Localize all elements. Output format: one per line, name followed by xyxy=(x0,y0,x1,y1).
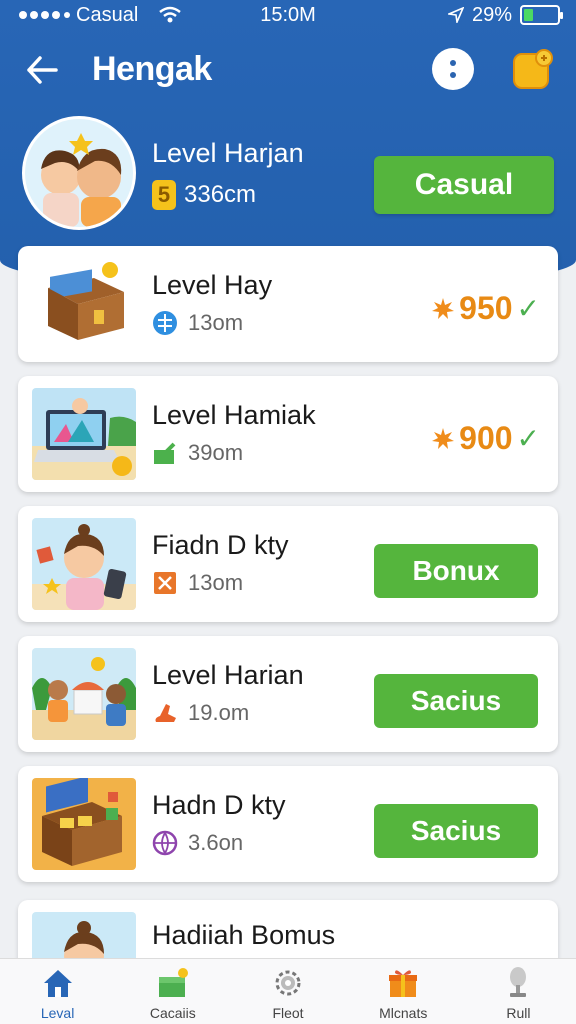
level-title: Level Hay xyxy=(152,270,273,300)
nav-item-mlcnats[interactable]: Mlcnats xyxy=(346,959,461,1024)
kids-playing-thumbnail xyxy=(32,648,136,740)
nav-item-leval[interactable]: Leval xyxy=(0,959,115,1024)
battery-icon xyxy=(520,5,563,25)
battery-fill xyxy=(524,9,534,21)
treasure-chest-thumbnail xyxy=(32,258,136,350)
status-right: 29% xyxy=(447,3,563,27)
more-vertical-icon xyxy=(450,60,456,66)
gift-chest-icon xyxy=(32,778,136,870)
gift-box-icon xyxy=(158,968,188,997)
level-card[interactable]: Level Harian 19.om Sacius xyxy=(18,636,558,752)
nav-item-cacaiis[interactable]: Cacaiis xyxy=(115,959,230,1024)
burst-star-icon xyxy=(432,427,455,449)
sacius-button[interactable]: Sacius xyxy=(374,674,538,728)
page-title: Hengak xyxy=(92,50,212,88)
location-icon xyxy=(447,7,464,23)
level-sub-value: 13om xyxy=(188,310,244,335)
arrow-left-icon xyxy=(27,56,58,84)
settings-badge-icon xyxy=(513,49,553,89)
coin-badge: 5 xyxy=(152,180,176,210)
nav-item-rull[interactable]: Rull xyxy=(461,959,576,1024)
bottom-nav: Leval Cacaiis Fleot Mlcnats Rull xyxy=(0,958,576,1024)
sacius-button[interactable]: Sacius xyxy=(374,804,538,858)
nav-label: Mlcnats xyxy=(379,1005,428,1021)
boot-icon xyxy=(152,700,178,726)
kid-phone-icon xyxy=(32,518,136,610)
reward-amount: 900 ✓ xyxy=(431,420,540,457)
profile-section: Level Harjan 5 336cm Casual xyxy=(22,116,556,236)
level-sub: 39om xyxy=(152,440,243,466)
kids-avatar-icon xyxy=(25,119,133,227)
gift-chest-thumbnail xyxy=(32,778,136,870)
level-title: Hadn D kty xyxy=(152,790,286,820)
reward-value: 950 xyxy=(459,290,513,326)
profile-stats: 5 336cm xyxy=(152,180,256,210)
trophy-icon xyxy=(510,967,527,997)
settings-badge-button[interactable] xyxy=(510,48,554,92)
profile-name: Level Harjan xyxy=(152,138,304,168)
reward-amount: 950 ✓ xyxy=(431,290,540,327)
nav-label: Rull xyxy=(506,1005,531,1021)
nav-item-fleot[interactable]: Fleot xyxy=(230,959,345,1024)
level-title: Hadiiah Bomus xyxy=(152,920,336,950)
level-sub: 13om xyxy=(152,570,243,596)
level-card[interactable]: Level Hamiak 39om 900 ✓ xyxy=(18,376,558,492)
present-icon xyxy=(389,970,418,997)
kids-playing-icon xyxy=(32,648,136,740)
gear-icon xyxy=(275,970,301,996)
level-sub: 13om xyxy=(152,310,243,336)
burst-star-icon xyxy=(432,297,455,319)
level-sub: 19.om xyxy=(152,700,249,726)
level-title: Level Hamiak xyxy=(152,400,316,430)
avatar xyxy=(22,116,136,230)
nav-label: Leval xyxy=(40,1005,75,1021)
reward-value: 900 xyxy=(459,420,513,456)
profile-distance: 336cm xyxy=(184,181,257,208)
level-card[interactable]: Fiadn D kty 13om Bonux xyxy=(18,506,558,622)
check-icon: ✓ xyxy=(516,293,540,324)
check-icon: ✓ xyxy=(516,423,540,454)
globe-icon xyxy=(152,310,178,336)
more-button[interactable] xyxy=(432,48,474,90)
level-title: Fiadn D kty xyxy=(152,530,289,560)
laptop-thumbnail xyxy=(32,388,136,480)
level-title: Level Harian xyxy=(152,660,304,690)
level-sub-value: 19.om xyxy=(188,700,250,725)
close-box-icon xyxy=(152,570,178,596)
nav-label: Cacaiis xyxy=(149,1005,196,1021)
nav-label: Fleot xyxy=(272,1005,304,1021)
level-sub-value: 13om xyxy=(188,570,244,595)
globe-purple-icon xyxy=(152,830,178,856)
casual-button[interactable]: Casual xyxy=(374,156,554,214)
laptop-beach-icon xyxy=(32,388,136,480)
bonus-button[interactable]: Bonux xyxy=(374,544,538,598)
level-card[interactable]: Level Hay 13om 950 ✓ xyxy=(18,246,558,362)
level-sub-value: 3.6on xyxy=(188,830,244,855)
level-sub-value: 39om xyxy=(188,440,244,465)
battery-percent: 29% xyxy=(471,3,512,26)
level-card[interactable]: Hadn D kty 3.6on Sacius xyxy=(18,766,558,882)
treasure-chest-icon xyxy=(32,258,136,350)
back-button[interactable] xyxy=(20,48,64,92)
app-bar: Hengak xyxy=(0,40,576,100)
kid-phone-thumbnail xyxy=(32,518,136,610)
more-dot xyxy=(450,72,456,78)
status-bar: Casual 15:0M 29% xyxy=(0,0,576,30)
home-icon xyxy=(43,970,72,997)
flag-icon xyxy=(152,440,178,466)
level-sub: 3.6on xyxy=(152,830,243,856)
